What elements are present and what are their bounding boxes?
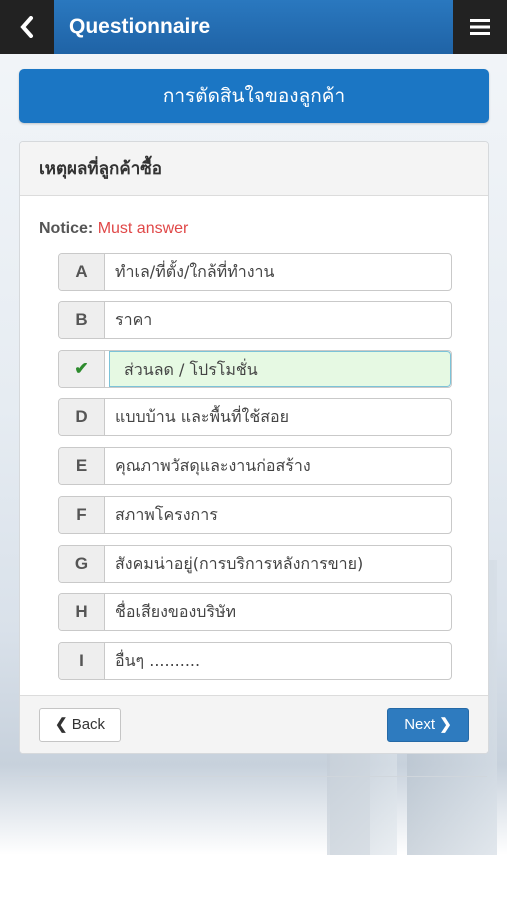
option-key: G: [59, 546, 105, 582]
option-label: ทำเล/ที่ตั้ง/ใกล้ที่ทำงาน: [115, 262, 275, 281]
option-d[interactable]: D แบบบ้าน และพื้นที่ใช้สอย: [58, 398, 452, 436]
menu-button[interactable]: [453, 0, 507, 54]
selected-highlight: ส่วนลด / โปรโมชั่น: [109, 351, 451, 387]
chevron-right-icon: ❯: [439, 716, 452, 733]
hamburger-menu-icon: [470, 19, 490, 35]
option-label: คุณภาพวัสดุและงานก่อสร้าง: [115, 456, 311, 475]
option-label: ชื่อเสียงของบริษัท: [115, 602, 237, 621]
option-g[interactable]: G สังคมน่าอยู่(การบริการหลังการขาย): [58, 545, 452, 583]
question-title: เหตุผลที่ลูกค้าซื้อ: [20, 142, 488, 196]
question-panel: เหตุผลที่ลูกค้าซื้อ Notice: Must answer …: [19, 141, 489, 754]
option-a[interactable]: A ทำเล/ที่ตั้ง/ใกล้ที่ทำงาน: [58, 253, 452, 291]
notice-text: Must answer: [97, 220, 189, 237]
option-key: A: [59, 254, 105, 290]
checkmark-icon: ✔: [74, 359, 89, 378]
option-label: แบบบ้าน และพื้นที่ใช้สอย: [115, 407, 289, 426]
option-label: สังคมน่าอยู่(การบริการหลังการขาย): [115, 554, 364, 573]
option-c-selected[interactable]: ✔ ส่วนลด / โปรโมชั่น: [58, 350, 452, 388]
back-button[interactable]: ❮ Back: [39, 708, 121, 742]
back-button-label: Back: [71, 716, 106, 733]
section-title-banner: การตัดสินใจของลูกค้า: [19, 69, 489, 123]
notice-label: Notice:: [39, 220, 94, 237]
panel-footer: ❮ Back Next ❯: [20, 695, 488, 753]
option-label: สภาพโครงการ: [115, 505, 218, 524]
top-navigation-bar: Questionnaire: [0, 0, 507, 54]
option-f[interactable]: F สภาพโครงการ: [58, 496, 452, 534]
option-h[interactable]: H ชื่อเสียงของบริษัท: [58, 593, 452, 631]
next-button[interactable]: Next ❯: [387, 708, 469, 742]
back-nav-button[interactable]: [0, 0, 54, 54]
page-title: Questionnaire: [69, 15, 211, 38]
notice: Notice: Must answer: [39, 220, 188, 238]
option-label: อื่นๆ ..........: [115, 651, 201, 670]
option-e[interactable]: E คุณภาพวัสดุและงานก่อสร้าง: [58, 447, 452, 485]
option-b[interactable]: B ราคา: [58, 301, 452, 339]
option-key: F: [59, 497, 105, 533]
option-label: ส่วนลด / โปรโมชั่น: [124, 360, 258, 379]
option-key: ✔: [59, 351, 105, 387]
chevron-left-icon: ❮: [54, 716, 68, 733]
option-key: B: [59, 302, 105, 338]
option-key: D: [59, 399, 105, 435]
chevron-left-icon: [20, 16, 33, 38]
option-i[interactable]: I อื่นๆ ..........: [58, 642, 452, 680]
option-label: ราคา: [115, 310, 153, 329]
option-key: I: [59, 643, 105, 679]
option-key: E: [59, 448, 105, 484]
option-key: H: [59, 594, 105, 630]
next-button-label: Next: [404, 716, 436, 733]
